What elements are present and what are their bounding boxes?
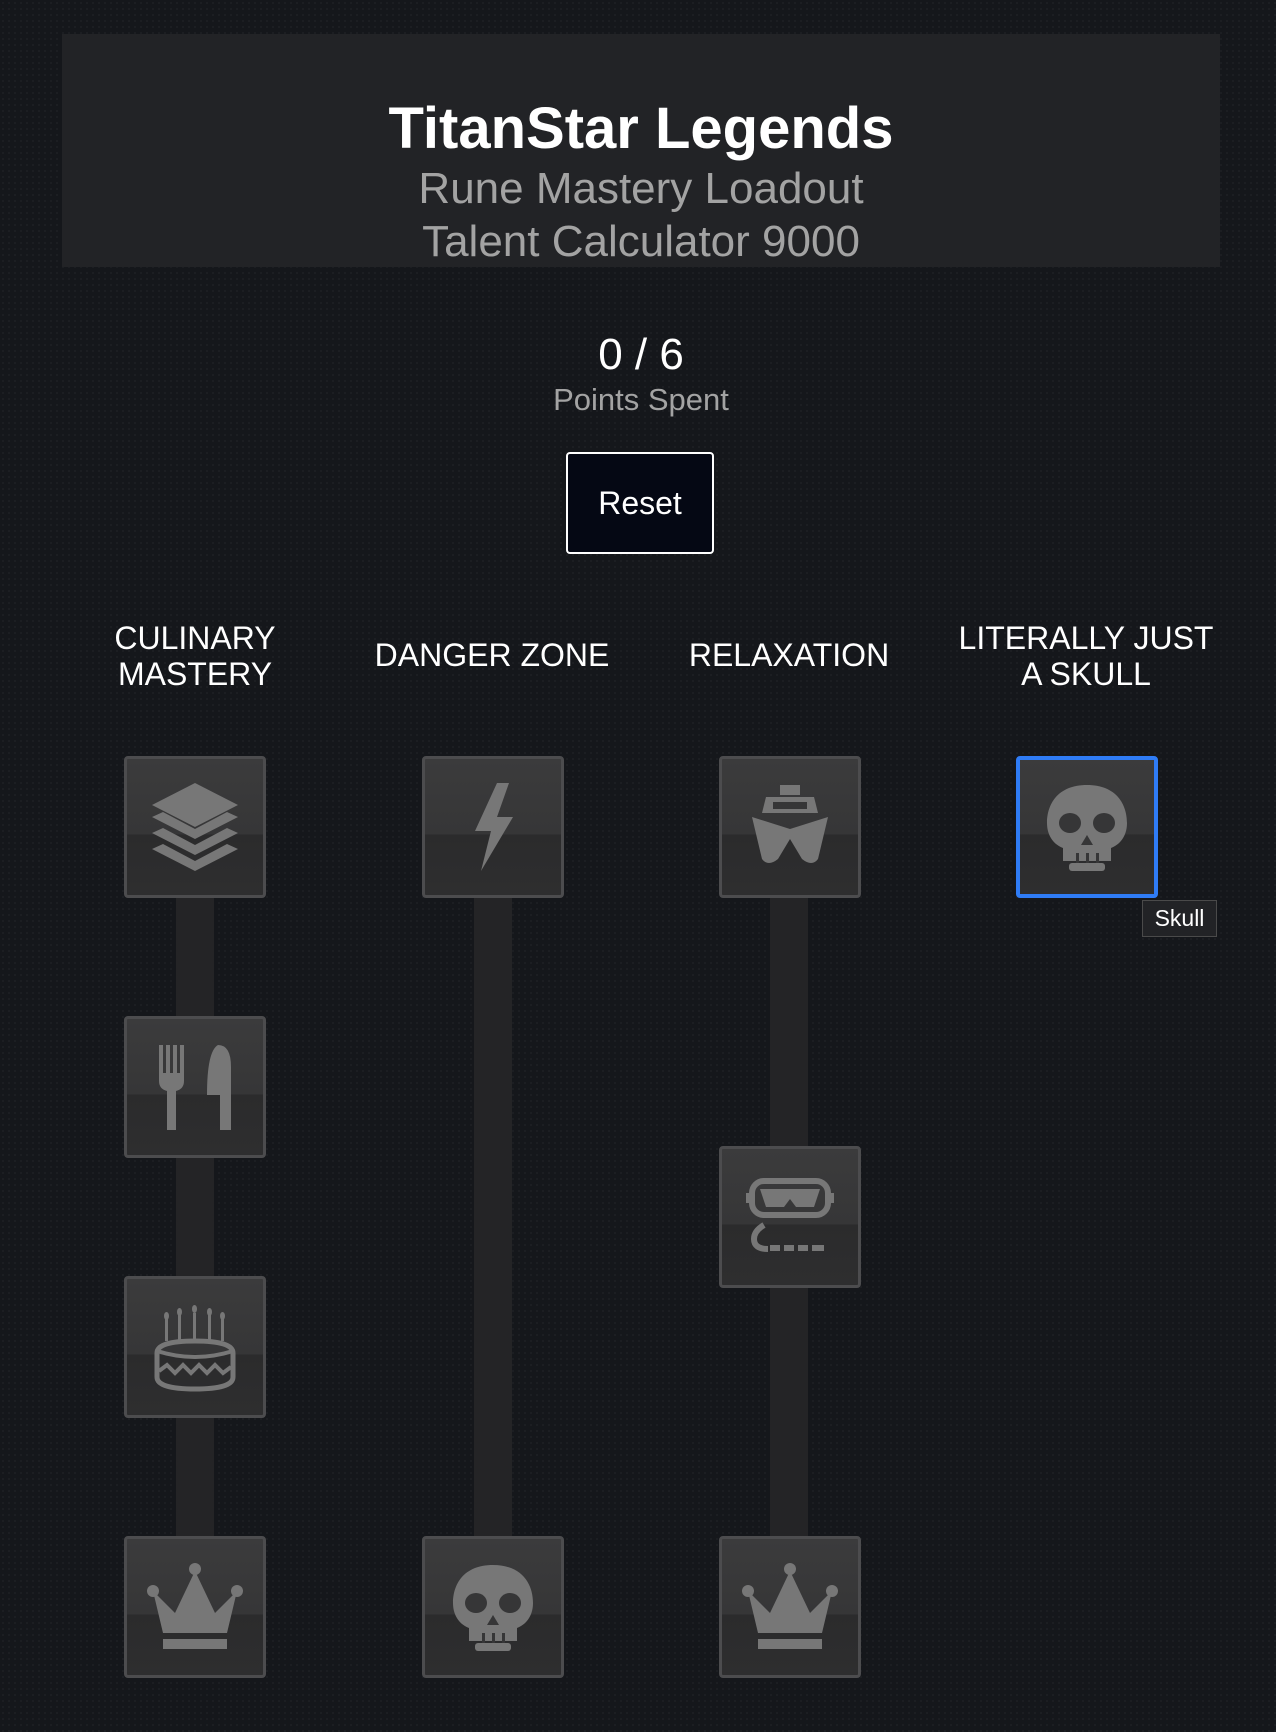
- page-header: TitanStar Legends Rune Mastery Loadout T…: [62, 34, 1220, 267]
- column-title-line: DANGER ZONE: [374, 637, 610, 673]
- column-title-line: MASTERY: [117, 656, 273, 692]
- snorkel-icon: [746, 1178, 834, 1252]
- talent-skull-selected[interactable]: [1016, 756, 1158, 898]
- column-title-literally-just-a-skull: LITERALLY JUST A SKULL: [936, 620, 1236, 692]
- points-spent-value: 0 / 6: [598, 330, 684, 379]
- talent-snorkel[interactable]: [719, 1146, 861, 1288]
- fork-knife-icon: [159, 1045, 231, 1130]
- page-subtitle: Rune Mastery Loadout: [418, 164, 864, 213]
- talent-stack[interactable]: [124, 756, 266, 898]
- talent-path-connector: [474, 896, 512, 1536]
- talent-boat[interactable]: [719, 756, 861, 898]
- talent-skull-danger[interactable]: [422, 1536, 564, 1678]
- crown-icon: [742, 1563, 838, 1649]
- talent-tooltip: Skull: [1142, 900, 1217, 937]
- talent-lightning[interactable]: [422, 756, 564, 898]
- page-title: TitanStar Legends: [388, 96, 894, 161]
- column-title-culinary-mastery: CULINARY MASTERY: [45, 620, 345, 692]
- cake-icon: [154, 1305, 236, 1392]
- column-title-danger-zone: DANGER ZONE: [342, 637, 642, 673]
- column-title-line: CULINARY: [114, 620, 276, 656]
- column-title-relaxation: RELAXATION: [639, 637, 939, 673]
- talent-crown-culinary[interactable]: [124, 1536, 266, 1678]
- talent-path-connector: [176, 896, 214, 1536]
- reset-button[interactable]: Reset: [566, 452, 714, 554]
- points-spent-label: Points Spent: [553, 382, 729, 417]
- stack-icon: [152, 783, 238, 871]
- skull-icon: [1047, 785, 1127, 871]
- boat-icon: [752, 785, 828, 863]
- page-subtitle-2: Talent Calculator 9000: [422, 217, 860, 266]
- talent-fork-knife[interactable]: [124, 1016, 266, 1158]
- talent-crown-relaxation[interactable]: [719, 1536, 861, 1678]
- lightning-icon: [475, 783, 513, 871]
- column-title-line: A SKULL: [1021, 656, 1151, 692]
- skull-icon: [453, 1565, 533, 1651]
- talent-cake[interactable]: [124, 1276, 266, 1418]
- crown-icon: [147, 1563, 243, 1649]
- column-title-line: LITERALLY JUST: [958, 620, 1214, 656]
- column-title-line: RELAXATION: [688, 637, 890, 673]
